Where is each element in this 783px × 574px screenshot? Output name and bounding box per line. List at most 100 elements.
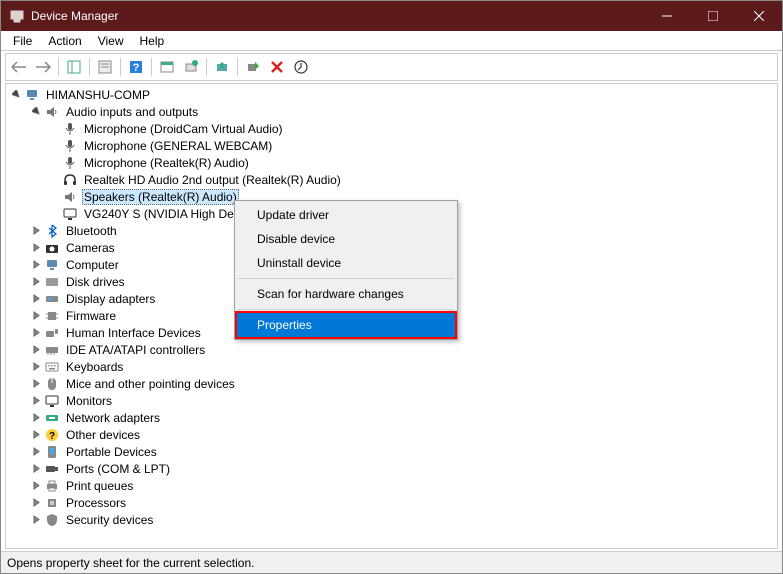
properties-button[interactable] [94, 56, 116, 78]
expand-icon[interactable] [30, 480, 42, 492]
expand-icon[interactable] [30, 310, 42, 322]
expand-icon[interactable] [30, 242, 42, 254]
expand-icon[interactable] [30, 429, 42, 441]
ctx-update-driver[interactable]: Update driver [237, 203, 455, 227]
tree-root[interactable]: HIMANSHU-COMP [6, 86, 777, 103]
keyboard-icon [44, 359, 60, 375]
category-network[interactable]: Network adapters [6, 409, 777, 426]
menu-bar: File Action View Help [1, 31, 782, 51]
show-hide-console-button[interactable] [63, 56, 85, 78]
back-button[interactable] [8, 56, 30, 78]
category-security[interactable]: Security devices [6, 511, 777, 528]
expand-icon[interactable] [30, 276, 42, 288]
expand-icon[interactable] [30, 497, 42, 509]
forward-button[interactable] [32, 56, 54, 78]
headphones-icon [62, 172, 78, 188]
app-icon [9, 8, 25, 24]
menu-action[interactable]: Action [40, 32, 89, 50]
toolbar-separator [206, 58, 207, 76]
expand-icon[interactable] [30, 327, 42, 339]
update-driver-button[interactable] [211, 56, 233, 78]
category-label: Bluetooth [64, 224, 119, 238]
category-label: Security devices [64, 513, 155, 527]
category-label: Ports (COM & LPT) [64, 462, 172, 476]
expand-icon[interactable] [30, 514, 42, 526]
ctx-scan-hardware[interactable]: Scan for hardware changes [237, 282, 455, 306]
category-label: Disk drives [64, 275, 127, 289]
expand-icon[interactable] [30, 225, 42, 237]
context-menu: Update driver Disable device Uninstall d… [234, 200, 458, 340]
printer-icon [44, 478, 60, 494]
menu-view[interactable]: View [90, 32, 132, 50]
category-mice[interactable]: Mice and other pointing devices [6, 375, 777, 392]
ctx-disable-device[interactable]: Disable device [237, 227, 455, 251]
category-ide[interactable]: IDE ATA/ATAPI controllers [6, 341, 777, 358]
menu-help[interactable]: Help [132, 32, 173, 50]
camera-icon [44, 240, 60, 256]
svg-text:?: ? [49, 431, 55, 442]
svg-text:?: ? [133, 62, 140, 74]
category-audio[interactable]: Audio inputs and outputs [6, 103, 777, 120]
toolbar-separator [151, 58, 152, 76]
category-label: Other devices [64, 428, 142, 442]
device-item[interactable]: Microphone (GENERAL WEBCAM) [6, 137, 777, 154]
minimize-button[interactable] [644, 1, 690, 31]
cpu-icon [44, 495, 60, 511]
category-other[interactable]: ? Other devices [6, 426, 777, 443]
ctx-properties[interactable]: Properties [237, 313, 455, 337]
toolbar-separator [89, 58, 90, 76]
expand-icon[interactable] [30, 293, 42, 305]
expand-icon[interactable] [30, 378, 42, 390]
microphone-icon [62, 138, 78, 154]
device-item[interactable]: Microphone (DroidCam Virtual Audio) [6, 120, 777, 137]
menu-file[interactable]: File [5, 32, 40, 50]
device-item[interactable]: Realtek HD Audio 2nd output (Realtek(R) … [6, 171, 777, 188]
speaker-icon [62, 189, 78, 205]
category-ports[interactable]: Ports (COM & LPT) [6, 460, 777, 477]
category-label: Cameras [64, 241, 117, 255]
help-button[interactable]: ? [125, 56, 147, 78]
category-label: Portable Devices [64, 445, 159, 459]
expand-icon[interactable] [30, 259, 42, 271]
titlebar: Device Manager [1, 1, 782, 31]
category-keyboards[interactable]: Keyboards [6, 358, 777, 375]
expand-icon[interactable] [30, 344, 42, 356]
category-print[interactable]: Print queues [6, 477, 777, 494]
root-label: HIMANSHU-COMP [44, 88, 152, 102]
expand-icon[interactable] [30, 412, 42, 424]
disk-icon [44, 274, 60, 290]
maximize-button[interactable] [690, 1, 736, 31]
scan-hardware-button[interactable] [180, 56, 202, 78]
expand-icon[interactable] [30, 446, 42, 458]
close-button[interactable] [736, 1, 782, 31]
expand-icon[interactable] [30, 463, 42, 475]
uninstall-button[interactable] [266, 56, 288, 78]
category-label: Display adapters [64, 292, 157, 306]
toolbar-separator [58, 58, 59, 76]
disable-button[interactable] [242, 56, 264, 78]
monitor-icon [44, 393, 60, 409]
device-label: Microphone (GENERAL WEBCAM) [82, 139, 274, 153]
category-portable[interactable]: Portable Devices [6, 443, 777, 460]
collapse-icon[interactable] [10, 89, 22, 101]
action-button-1[interactable] [156, 56, 178, 78]
category-processors[interactable]: Processors [6, 494, 777, 511]
mouse-icon [44, 376, 60, 392]
toolbar-separator [237, 58, 238, 76]
expand-icon[interactable] [30, 361, 42, 373]
category-label: Network adapters [64, 411, 162, 425]
category-monitors[interactable]: Monitors [6, 392, 777, 409]
expand-icon[interactable] [30, 395, 42, 407]
bluetooth-icon [44, 223, 60, 239]
category-label: IDE ATA/ATAPI controllers [64, 343, 207, 357]
portable-icon [44, 444, 60, 460]
enable-button[interactable] [290, 56, 312, 78]
controller-icon [44, 342, 60, 358]
microphone-icon [62, 155, 78, 171]
device-label: Microphone (DroidCam Virtual Audio) [82, 122, 285, 136]
ctx-uninstall-device[interactable]: Uninstall device [237, 251, 455, 275]
microphone-icon [62, 121, 78, 137]
category-label: Audio inputs and outputs [64, 105, 200, 119]
device-item[interactable]: Microphone (Realtek(R) Audio) [6, 154, 777, 171]
collapse-icon[interactable] [30, 106, 42, 118]
